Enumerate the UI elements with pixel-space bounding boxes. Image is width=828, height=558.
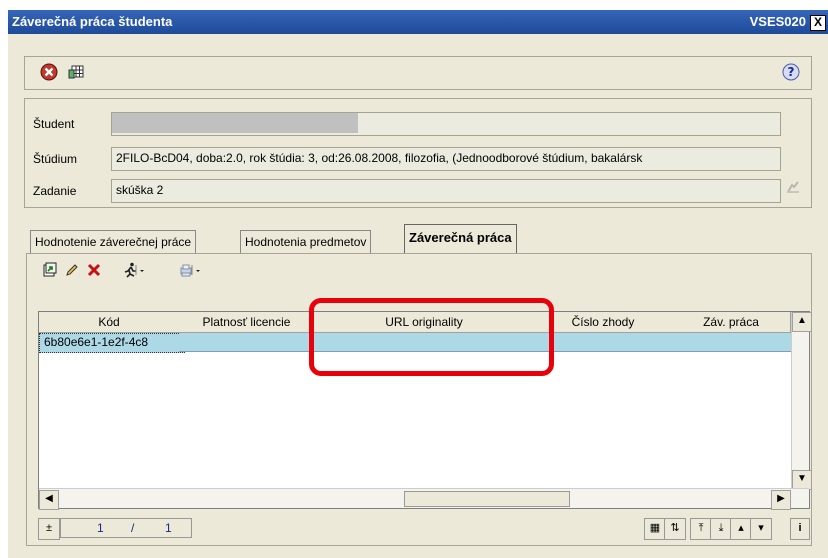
window-title: Záverečná práca študenta	[12, 14, 173, 29]
sort-icon[interactable]: ⇅	[664, 518, 686, 540]
vertical-scrollbar[interactable]: ▲ ▼	[791, 312, 812, 490]
assignment-field: skúška 2	[111, 179, 781, 203]
move-down-icon[interactable]: ▾	[750, 518, 772, 540]
assignment-label: Zadanie	[33, 184, 77, 198]
pager-total: 1	[165, 521, 172, 535]
highlight-annotation	[309, 298, 554, 376]
column-header-thesis[interactable]: Záv. práca	[672, 312, 791, 333]
table-cell-code[interactable]: 6b80e6e1-1e2f-4c8	[39, 333, 185, 353]
scroll-up-icon[interactable]: ▲	[792, 312, 812, 332]
help-icon[interactable]: ?	[781, 63, 801, 83]
study-field: 2FILO-BcD04, doba:2.0, rok štúdia: 3, od…	[111, 147, 781, 171]
info-icon[interactable]: i	[790, 518, 810, 540]
close-icon[interactable]: X	[810, 15, 826, 31]
pager-separator: /	[131, 521, 135, 535]
scroll-right-icon[interactable]: ▶	[771, 490, 791, 510]
run-dropdown-icon[interactable]	[134, 262, 148, 282]
pager-current: 1	[97, 521, 104, 535]
student-info-panel: Študent Štúdium 2FILO-BcD04, doba:2.0, r…	[24, 98, 812, 208]
student-field	[111, 112, 781, 136]
grid-icon[interactable]	[67, 63, 87, 83]
tab-subject-grades[interactable]: Hodnotenia predmetov	[240, 230, 372, 254]
column-header-license[interactable]: Platnosť licencie	[179, 312, 315, 333]
tab-thesis[interactable]: Záverečná práca	[404, 224, 517, 255]
delete-icon[interactable]	[84, 262, 104, 282]
window-code: VSES020	[749, 14, 806, 29]
column-header-match-number[interactable]: Číslo zhody	[534, 312, 673, 333]
title-bar: Záverečná práca študenta VSES020 X	[8, 10, 828, 34]
table-cell-match-number[interactable]	[534, 333, 677, 352]
horizontal-scrollbar[interactable]: ◀ ▶	[39, 488, 809, 510]
top-toolbar: ?	[24, 56, 812, 90]
pager: 1 / 1	[60, 518, 192, 538]
table-cell-thesis[interactable]	[672, 333, 795, 352]
horizontal-scroll-thumb[interactable]	[404, 491, 570, 507]
record-selector-icon[interactable]: ±	[38, 518, 60, 540]
move-up-icon[interactable]: ▴	[730, 518, 752, 540]
student-redaction	[112, 113, 358, 133]
scroll-down-icon[interactable]: ▼	[792, 470, 812, 490]
first-record-icon[interactable]: ⤒	[690, 518, 712, 540]
table-view-icon[interactable]: ▦	[644, 518, 666, 540]
edit-icon[interactable]	[62, 262, 82, 282]
svg-text:?: ?	[788, 65, 795, 79]
study-label: Štúdium	[33, 152, 78, 166]
student-label: Študent	[33, 117, 75, 131]
export-icon[interactable]	[40, 262, 60, 282]
print-dropdown-icon[interactable]	[190, 262, 204, 282]
table-cell-license[interactable]	[179, 333, 319, 352]
last-record-icon[interactable]: ⤓	[710, 518, 732, 540]
assignment-lookup-icon[interactable]	[783, 179, 803, 199]
exit-icon[interactable]	[39, 63, 59, 83]
tab-thesis-evaluation[interactable]: Hodnotenie záverečnej práce	[30, 230, 197, 254]
scroll-left-icon[interactable]: ◀	[39, 490, 59, 510]
column-header-code[interactable]: Kód	[39, 312, 180, 333]
